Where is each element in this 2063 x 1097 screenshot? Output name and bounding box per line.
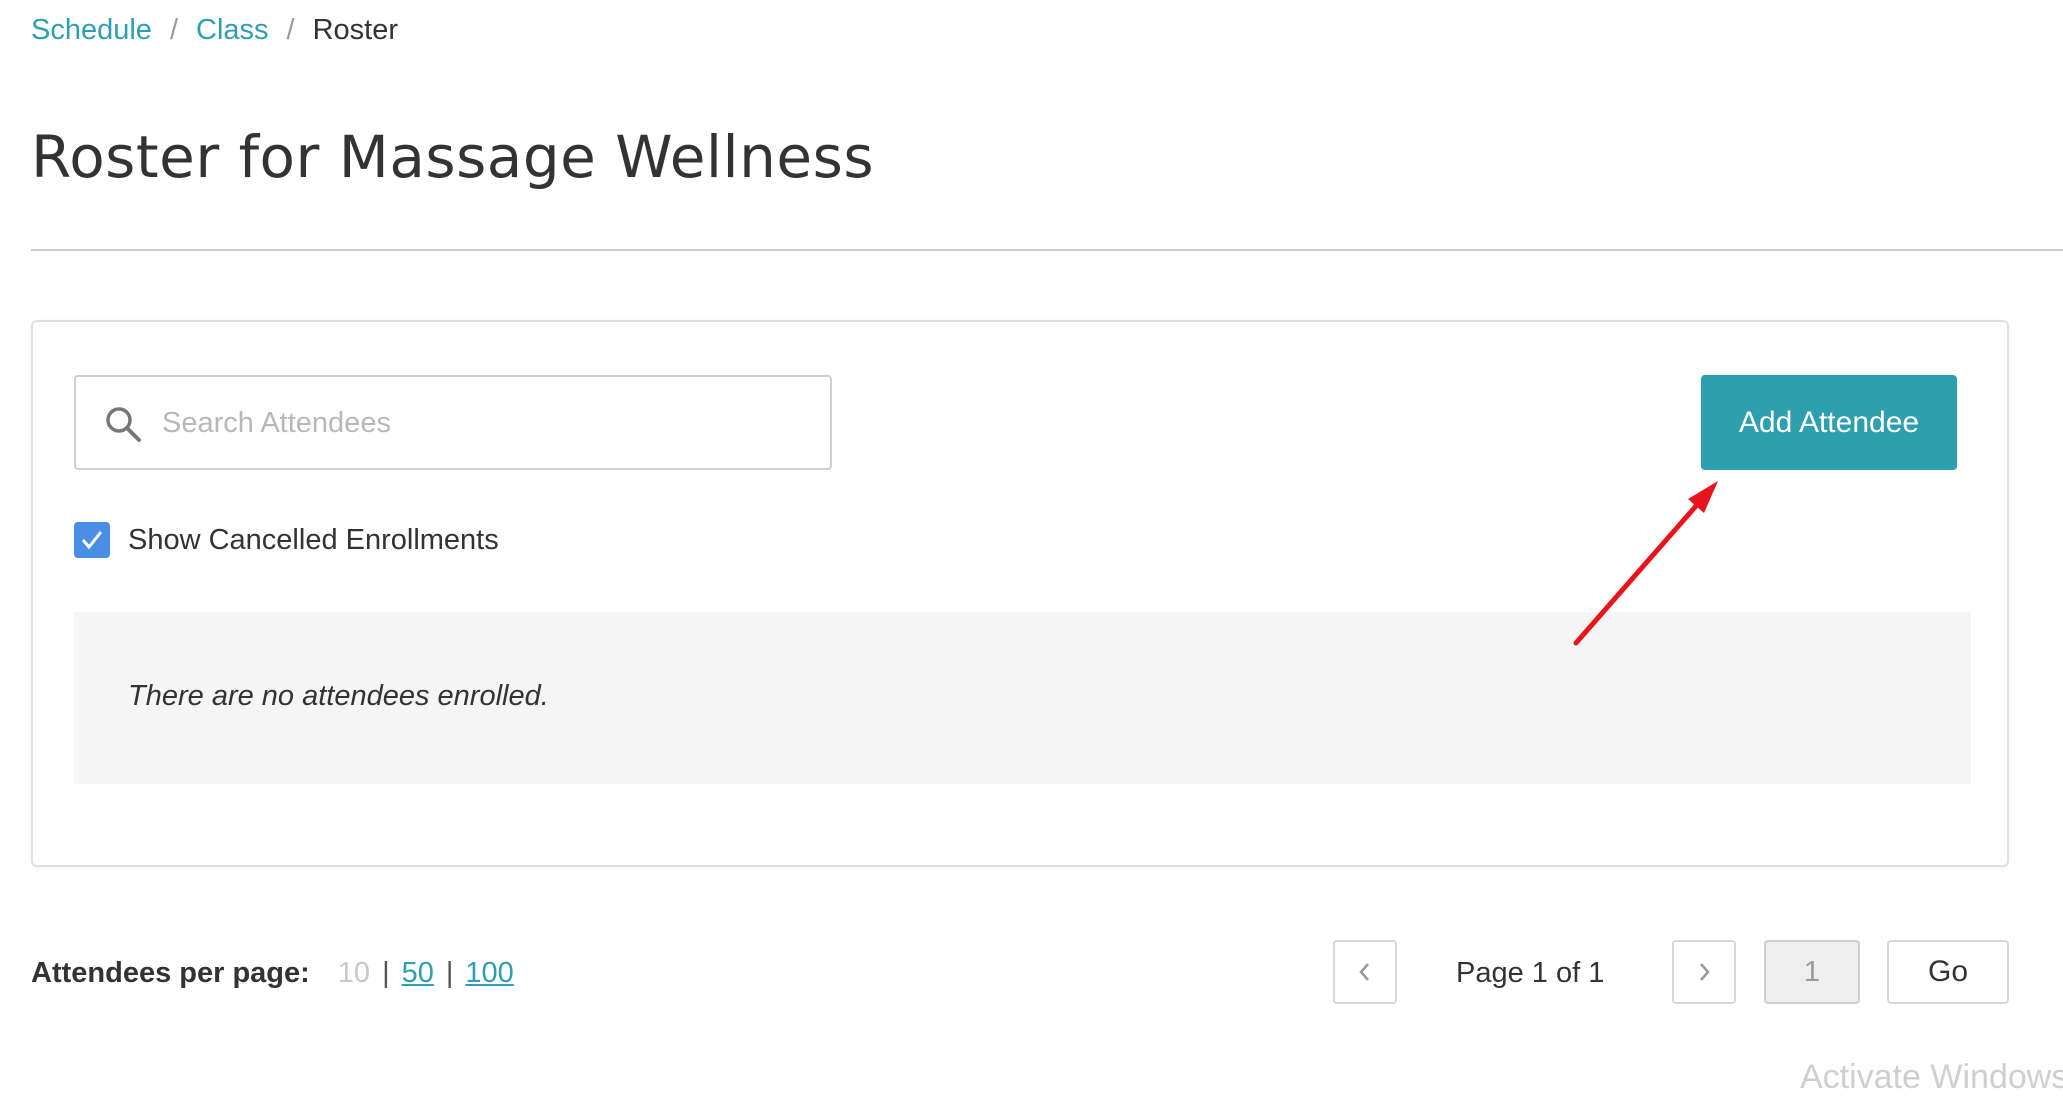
search-box[interactable] bbox=[74, 375, 832, 470]
previous-page-button[interactable] bbox=[1333, 940, 1397, 1004]
breadcrumb-class-link[interactable]: Class bbox=[196, 14, 269, 47]
breadcrumb-separator: / bbox=[169, 14, 178, 46]
title-divider bbox=[31, 249, 2063, 251]
roster-empty-state: There are no attendees enrolled. bbox=[74, 612, 1971, 784]
add-attendee-button[interactable]: Add Attendee bbox=[1701, 375, 1957, 470]
go-button[interactable]: Go bbox=[1887, 940, 2009, 1004]
breadcrumb-current-roster: Roster bbox=[312, 14, 398, 46]
per-page-option-10: 10 bbox=[337, 957, 371, 989]
search-input[interactable] bbox=[160, 377, 814, 470]
page-title: Roster for Massage Wellness bbox=[31, 123, 875, 191]
breadcrumb-schedule-link[interactable]: Schedule bbox=[31, 14, 152, 47]
per-page-option-50[interactable]: 50 bbox=[402, 957, 434, 990]
chevron-right-icon bbox=[1700, 963, 1710, 981]
roster-panel: Add Attendee Show Cancelled Enrollments … bbox=[31, 320, 2009, 867]
page-number-input[interactable] bbox=[1764, 940, 1860, 1004]
watermark-text: Activate Windows bbox=[1800, 1058, 2063, 1096]
page-status: Page 1 of 1 bbox=[1456, 957, 1605, 989]
show-cancelled-label: Show Cancelled Enrollments bbox=[128, 523, 499, 556]
checkmark-icon bbox=[81, 531, 103, 550]
per-page-separator: | bbox=[382, 957, 390, 989]
per-page-selector: Attendees per page: 10 | 50 | 100 bbox=[31, 957, 514, 990]
next-page-button[interactable] bbox=[1672, 940, 1736, 1004]
empty-message: There are no attendees enrolled. bbox=[128, 680, 549, 712]
per-page-label: Attendees per page: bbox=[31, 957, 310, 989]
breadcrumb: Schedule / Class / Roster bbox=[31, 14, 398, 47]
per-page-separator: | bbox=[445, 957, 454, 989]
chevron-left-icon bbox=[1359, 963, 1369, 981]
show-cancelled-checkbox[interactable] bbox=[74, 522, 110, 558]
search-icon bbox=[106, 407, 141, 442]
per-page-option-100[interactable]: 100 bbox=[465, 957, 513, 990]
breadcrumb-separator: / bbox=[286, 14, 295, 46]
show-cancelled-toggle[interactable]: Show Cancelled Enrollments bbox=[74, 522, 499, 558]
